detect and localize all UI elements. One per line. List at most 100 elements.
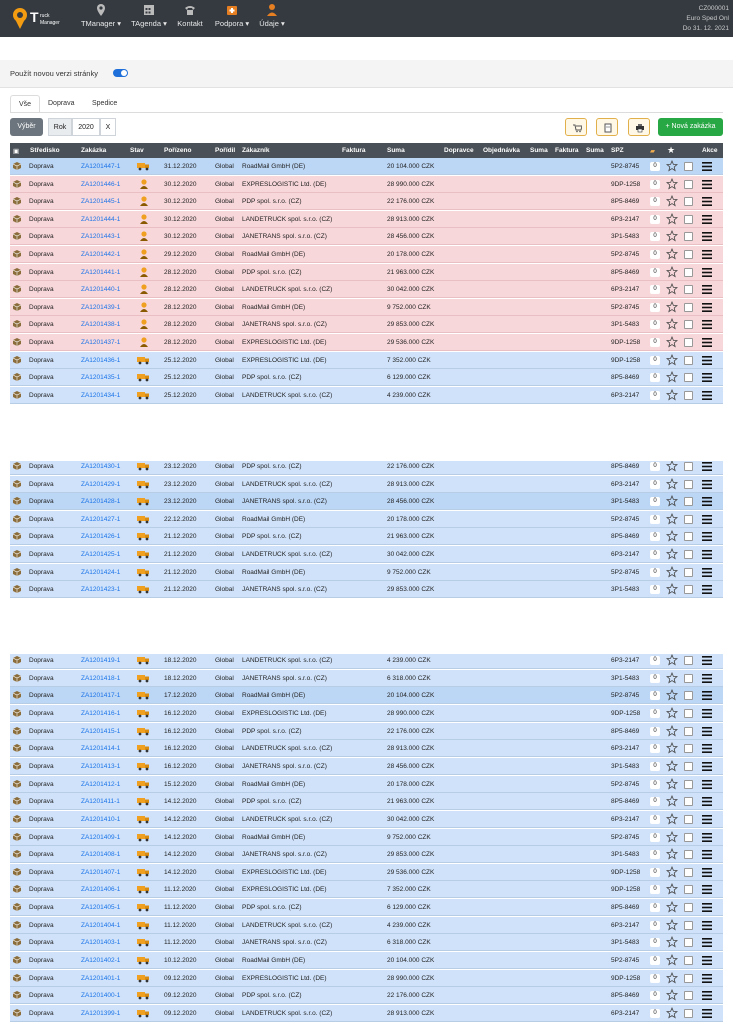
nav-kontakt[interactable]: Kontakt	[174, 3, 206, 35]
attachment-count-badge[interactable]: 0	[650, 285, 660, 295]
table-row[interactable]: Doprava ZA1201411-1 14.12.2020 Global PDP sp…	[10, 793, 723, 811]
row-checkbox[interactable]	[684, 691, 693, 701]
row-checkbox[interactable]	[684, 373, 693, 383]
hamburger-menu-icon[interactable]	[702, 462, 712, 471]
attachment-count-badge[interactable]: 0	[650, 250, 660, 259]
cell-zakazka-link[interactable]: ZA1201399-1	[81, 1010, 120, 1017]
attachment-count-badge[interactable]: 0	[650, 462, 660, 471]
hamburger-menu-icon[interactable]	[702, 250, 712, 259]
table-row[interactable]: Doprava ZA1201404-1 11.12.2020 Global LANDET…	[10, 916, 723, 934]
col-poridil[interactable]: Pořídil	[215, 147, 235, 154]
table-row[interactable]: Doprava ZA1201427-1 22.12.2020 Global RoadMa…	[10, 510, 723, 528]
col-spz[interactable]: SPZ	[611, 147, 624, 154]
attachment-count-badge[interactable]: 0	[650, 267, 660, 277]
row-checkbox[interactable]	[684, 232, 693, 242]
cell-zakazka-link[interactable]: ZA1201444-1	[81, 216, 120, 223]
new-version-toggle[interactable]	[113, 69, 128, 77]
table-row[interactable]: Doprava ZA1201415-1 16.12.2020 Global PDP sp…	[10, 722, 723, 740]
hamburger-menu-icon[interactable]	[702, 355, 712, 365]
row-checkbox[interactable]	[684, 179, 693, 189]
table-row[interactable]: Doprava ZA1201418-1 18.12.2020 Global JANETR…	[10, 669, 723, 687]
row-checkbox[interactable]	[684, 832, 693, 842]
attachment-count-badge[interactable]: 0	[650, 214, 660, 224]
star-icon[interactable]	[666, 583, 678, 595]
hamburger-menu-icon[interactable]	[702, 479, 712, 489]
copy-button[interactable]	[596, 118, 618, 136]
hamburger-menu-icon[interactable]	[702, 814, 712, 824]
star-icon[interactable]	[666, 689, 678, 701]
col-objednavka[interactable]: Objednávka	[483, 147, 520, 154]
cell-zakazka-link[interactable]: ZA1201430-1	[81, 463, 120, 470]
cell-zakazka-link[interactable]: ZA1201402-1	[81, 957, 120, 964]
tab-vse[interactable]: Vše	[10, 95, 41, 113]
hamburger-menu-icon[interactable]	[702, 373, 712, 383]
attachment-count-badge[interactable]: 0	[650, 197, 660, 207]
row-checkbox[interactable]	[684, 726, 693, 736]
cell-zakazka-link[interactable]: ZA1201437-1	[81, 339, 120, 346]
table-row[interactable]: Doprava ZA1201416-1 16.12.2020 Global EXPRES…	[10, 704, 723, 722]
hamburger-menu-icon[interactable]	[702, 197, 712, 207]
cell-zakazka-link[interactable]: ZA1201413-1	[81, 763, 120, 770]
hamburger-menu-icon[interactable]	[702, 956, 712, 966]
attachment-count-badge[interactable]: 0	[650, 708, 660, 718]
attachment-count-badge[interactable]: 0	[650, 585, 660, 595]
attachment-count-badge[interactable]: 0	[650, 373, 660, 383]
table-row[interactable]: Doprava ZA1201435-1 25.12.2020 Global PDP sp…	[10, 369, 723, 387]
new-order-button[interactable]: + Nová zakázka	[658, 118, 723, 136]
attachment-count-badge[interactable]: 0	[650, 867, 660, 877]
attachment-count-badge[interactable]: 0	[650, 850, 660, 860]
row-checkbox[interactable]	[684, 567, 693, 577]
table-row[interactable]: Doprava ZA1201412-1 15.12.2020 Global RoadMa…	[10, 775, 723, 793]
print-button[interactable]	[628, 118, 650, 136]
col-faktura-2[interactable]: Faktura	[555, 147, 578, 154]
row-checkbox[interactable]	[684, 532, 693, 542]
attachment-count-badge[interactable]: 0	[650, 885, 660, 895]
star-icon[interactable]	[666, 848, 678, 860]
hamburger-menu-icon[interactable]	[702, 497, 712, 507]
cell-zakazka-link[interactable]: ZA1201403-1	[81, 939, 120, 946]
table-row[interactable]: Doprava ZA1201408-1 14.12.2020 Global JANETR…	[10, 846, 723, 864]
attachment-count-badge[interactable]: 0	[650, 338, 660, 347]
hamburger-menu-icon[interactable]	[702, 585, 712, 595]
cell-zakazka-link[interactable]: ZA1201414-1	[81, 745, 120, 752]
cell-zakazka-link[interactable]: ZA1201407-1	[81, 869, 120, 876]
cell-zakazka-link[interactable]: ZA1201439-1	[81, 304, 120, 311]
row-checkbox[interactable]	[684, 338, 693, 347]
row-checkbox[interactable]	[684, 814, 693, 824]
hamburger-menu-icon[interactable]	[702, 973, 712, 983]
table-row[interactable]: Doprava ZA1201399-1 09.12.2020 Global LANDET…	[10, 1005, 723, 1022]
star-icon[interactable]	[666, 724, 678, 737]
attachment-count-badge[interactable]: 0	[650, 832, 660, 842]
star-icon[interactable]	[666, 212, 678, 225]
row-checkbox[interactable]	[684, 285, 693, 295]
attachment-count-badge[interactable]: 0	[650, 920, 660, 930]
hamburger-menu-icon[interactable]	[702, 656, 712, 665]
star-icon[interactable]	[666, 759, 678, 772]
attachment-count-badge[interactable]: 0	[650, 973, 660, 983]
star-icon[interactable]	[666, 230, 678, 242]
table-row[interactable]: Doprava ZA1201444-1 30.12.2020 Global LANDET…	[10, 210, 723, 228]
row-checkbox[interactable]	[684, 302, 693, 312]
cell-zakazka-link[interactable]: ZA1201408-1	[81, 851, 120, 858]
col-suma[interactable]: Suma	[387, 147, 405, 154]
star-icon[interactable]	[666, 918, 678, 931]
cell-zakazka-link[interactable]: ZA1201425-1	[81, 551, 120, 558]
table-row[interactable]: Doprava ZA1201401-1 09.12.2020 Global EXPRES…	[10, 969, 723, 987]
row-checkbox[interactable]	[684, 197, 693, 207]
table-row[interactable]: Doprava ZA1201419-1 18.12.2020 Global LANDET…	[10, 652, 723, 669]
hamburger-menu-icon[interactable]	[702, 779, 712, 789]
row-checkbox[interactable]	[684, 585, 693, 595]
hamburger-menu-icon[interactable]	[702, 673, 712, 683]
table-row[interactable]: Doprava ZA1201436-1 25.12.2020 Global EXPRES…	[10, 351, 723, 369]
attachment-count-badge[interactable]: 0	[650, 956, 660, 966]
star-icon[interactable]	[666, 336, 678, 348]
hamburger-menu-icon[interactable]	[702, 232, 712, 242]
col-faktura[interactable]: Faktura	[342, 147, 365, 154]
star-icon[interactable]	[666, 830, 678, 843]
star-icon[interactable]	[666, 283, 678, 295]
cell-zakazka-link[interactable]: ZA1201418-1	[81, 675, 120, 682]
hamburger-menu-icon[interactable]	[702, 550, 712, 559]
cell-zakazka-link[interactable]: ZA1201426-1	[81, 533, 120, 540]
attachment-count-badge[interactable]: 0	[650, 479, 660, 489]
row-checkbox[interactable]	[684, 744, 693, 754]
